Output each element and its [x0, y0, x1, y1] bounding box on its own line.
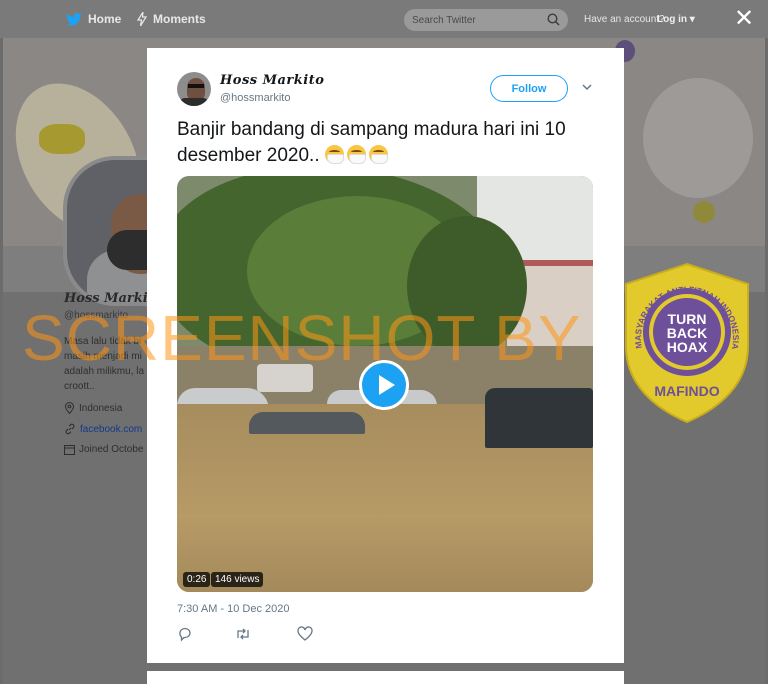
video-car	[485, 388, 593, 448]
tweet-author-name[interactable]: Hoss Markito	[220, 73, 324, 88]
profile-website[interactable]: facebook.com	[64, 423, 148, 435]
seal-line3: HOAX	[667, 339, 708, 355]
search-icon[interactable]	[547, 13, 560, 26]
login-link[interactable]: Log in ▾	[657, 14, 695, 25]
video-views: 146 views	[211, 572, 264, 587]
mask-face-emoji-icon	[324, 145, 344, 164]
location-pin-icon	[64, 402, 75, 414]
banner-flower-shape	[643, 78, 753, 198]
profile-website-text: facebook.com	[80, 423, 143, 435]
nav-home-label: Home	[88, 12, 122, 26]
search-box	[404, 9, 568, 31]
chevron-down-icon: ▾	[689, 14, 695, 25]
close-button[interactable]: ✕	[734, 7, 754, 31]
twitter-bird-icon	[66, 12, 82, 26]
tweet-timestamp[interactable]: 7:30 AM - 10 Dec 2020	[177, 603, 290, 615]
avatar-sunglasses	[188, 84, 204, 88]
tweet-avatar[interactable]	[177, 72, 211, 106]
video-car	[249, 412, 365, 434]
mask-face-emoji-icon	[368, 145, 388, 164]
calendar-icon	[64, 445, 75, 455]
top-nav: Home Moments Have an account? Log in ▾ ✕	[0, 0, 768, 38]
follow-button[interactable]: Follow	[490, 75, 568, 102]
screenshot-watermark: SCREENSHOT BY	[22, 302, 582, 374]
nav-home[interactable]: Home	[66, 12, 121, 26]
nav-moments[interactable]: Moments	[137, 12, 206, 26]
banner-flower-center	[39, 124, 85, 154]
like-heart-icon[interactable]	[297, 626, 313, 642]
profile-joined-text: Joined Octobe	[79, 444, 144, 455]
search-input[interactable]	[412, 12, 542, 28]
next-tweet-card-edge	[147, 671, 624, 684]
link-icon	[65, 423, 75, 435]
retweet-icon[interactable]	[235, 626, 251, 642]
login-label: Log in	[657, 14, 687, 25]
reply-icon[interactable]	[177, 626, 193, 642]
mask-face-emoji-icon	[346, 145, 366, 164]
account-prompt: Have an account?	[584, 14, 665, 25]
tweet-video[interactable]: 0:26 146 views	[177, 176, 593, 592]
profile-location: Indonesia	[64, 402, 148, 414]
seal-bottom-text: MAFINDO	[654, 383, 719, 399]
profile-location-text: Indonesia	[79, 402, 123, 414]
lightning-icon	[137, 12, 147, 26]
tweet-text: Banjir bandang di sampang madura hari in…	[177, 117, 597, 169]
banner-flower-center	[693, 201, 715, 223]
profile-joined: Joined Octobe	[64, 444, 148, 455]
avatar-shirt	[179, 98, 209, 106]
chevron-down-icon[interactable]	[581, 81, 593, 93]
video-duration: 0:26	[183, 572, 211, 587]
tweet-author-handle[interactable]: @hossmarkito	[220, 92, 290, 104]
mafindo-turnbackhoax-seal-icon: MASYARAKAT ANTI FITNAH INDONESIA TURN BA…	[625, 262, 749, 424]
nav-moments-label: Moments	[153, 12, 206, 26]
